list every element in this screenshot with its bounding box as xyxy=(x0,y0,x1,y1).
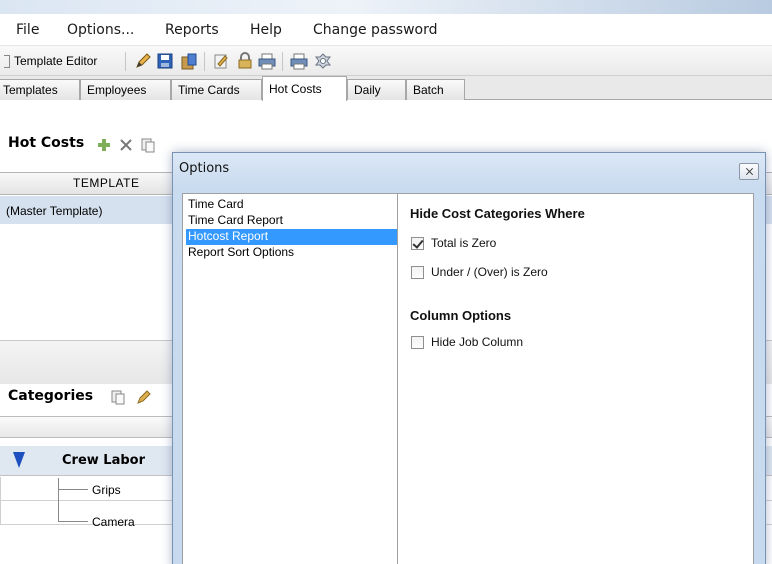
tab-hot-costs[interactable]: Hot Costs xyxy=(262,76,347,101)
category-child-label: Grips xyxy=(92,483,121,497)
toolbar-separator xyxy=(282,52,283,71)
lock-icon[interactable] xyxy=(236,52,254,70)
settings-icon[interactable] xyxy=(314,52,332,70)
tab-label: Batch xyxy=(413,83,444,97)
toolbar-grip xyxy=(4,55,10,68)
edit-icon[interactable] xyxy=(136,389,152,405)
collapse-marker-icon[interactable] xyxy=(13,452,25,468)
tree-line xyxy=(58,489,88,490)
tab-label: Employees xyxy=(87,83,147,97)
close-button[interactable] xyxy=(739,163,759,180)
toolbar-separator xyxy=(125,52,126,71)
pencil-icon[interactable] xyxy=(134,52,152,70)
tab-templates[interactable]: Templates xyxy=(0,79,80,100)
template-column-header[interactable]: TEMPLATE xyxy=(73,176,139,190)
template-editor-button[interactable]: Template Editor xyxy=(14,54,97,68)
category-child-label: Camera xyxy=(92,515,135,529)
options-dialog: Options Time Card Time Card Report Hotco… xyxy=(172,152,766,564)
menu-help[interactable]: Help xyxy=(250,22,282,38)
checkbox-label: Hide Job Column xyxy=(431,335,524,349)
toolbar: Template Editor xyxy=(0,46,772,76)
options-settings-pane: Hide Cost Categories Where Total is Zero… xyxy=(397,193,754,564)
tree-line xyxy=(58,478,59,522)
tab-label: Templates xyxy=(3,83,58,97)
delete-icon[interactable] xyxy=(118,137,134,153)
tab-employees[interactable]: Employees xyxy=(80,79,171,100)
category-group-label: Crew Labor xyxy=(62,453,146,468)
window-top-strip xyxy=(0,0,772,14)
hot-costs-title: Hot Costs xyxy=(8,135,85,151)
copy-icon[interactable] xyxy=(110,389,126,405)
grid-line xyxy=(0,477,1,525)
edit-document-icon[interactable] xyxy=(212,52,230,70)
tab-batch[interactable]: Batch xyxy=(406,79,465,100)
print-preview-icon[interactable] xyxy=(290,52,308,70)
section-title: Hide Cost Categories Where xyxy=(410,206,585,221)
toolbar-separator xyxy=(204,52,205,71)
tab-label: Time Cards xyxy=(178,83,240,97)
menu-change-password[interactable]: Change password xyxy=(313,22,438,38)
add-icon[interactable] xyxy=(96,137,112,153)
menu-file[interactable]: File xyxy=(16,22,39,38)
under-over-is-zero-checkbox[interactable] xyxy=(411,266,424,279)
list-item-selected[interactable]: Hotcost Report xyxy=(186,229,398,245)
hide-job-column-checkbox[interactable] xyxy=(411,336,424,349)
categories-title: Categories xyxy=(8,388,94,404)
list-item[interactable]: Report Sort Options xyxy=(186,245,398,261)
tab-bar: Templates Employees Time Cards Hot Costs… xyxy=(0,76,772,101)
options-category-list: Time Card Time Card Report Hotcost Repor… xyxy=(182,193,400,564)
checkbox-label: Under / (Over) is Zero xyxy=(431,265,548,279)
save-icon[interactable] xyxy=(156,52,174,70)
checkbox-label: Total is Zero xyxy=(431,236,497,250)
menu-bar: File Options... Reports Help Change pass… xyxy=(0,14,772,46)
list-item[interactable]: Time Card xyxy=(186,197,398,213)
paste-icon[interactable] xyxy=(180,52,198,70)
tab-daily[interactable]: Daily xyxy=(347,79,406,100)
template-row-label: (Master Template) xyxy=(6,204,103,218)
copy-icon[interactable] xyxy=(140,137,156,153)
tree-line xyxy=(58,521,88,522)
section-title: Column Options xyxy=(410,308,512,323)
menu-reports[interactable]: Reports xyxy=(165,22,219,38)
list-item[interactable]: Time Card Report xyxy=(186,213,398,229)
tab-label: Hot Costs xyxy=(269,82,322,96)
tab-time-cards[interactable]: Time Cards xyxy=(171,79,262,100)
menu-options[interactable]: Options... xyxy=(67,22,134,38)
print-icon[interactable] xyxy=(258,52,276,70)
dialog-title: Options xyxy=(179,161,230,176)
total-is-zero-checkbox[interactable] xyxy=(411,237,424,250)
tab-label: Daily xyxy=(354,83,381,97)
